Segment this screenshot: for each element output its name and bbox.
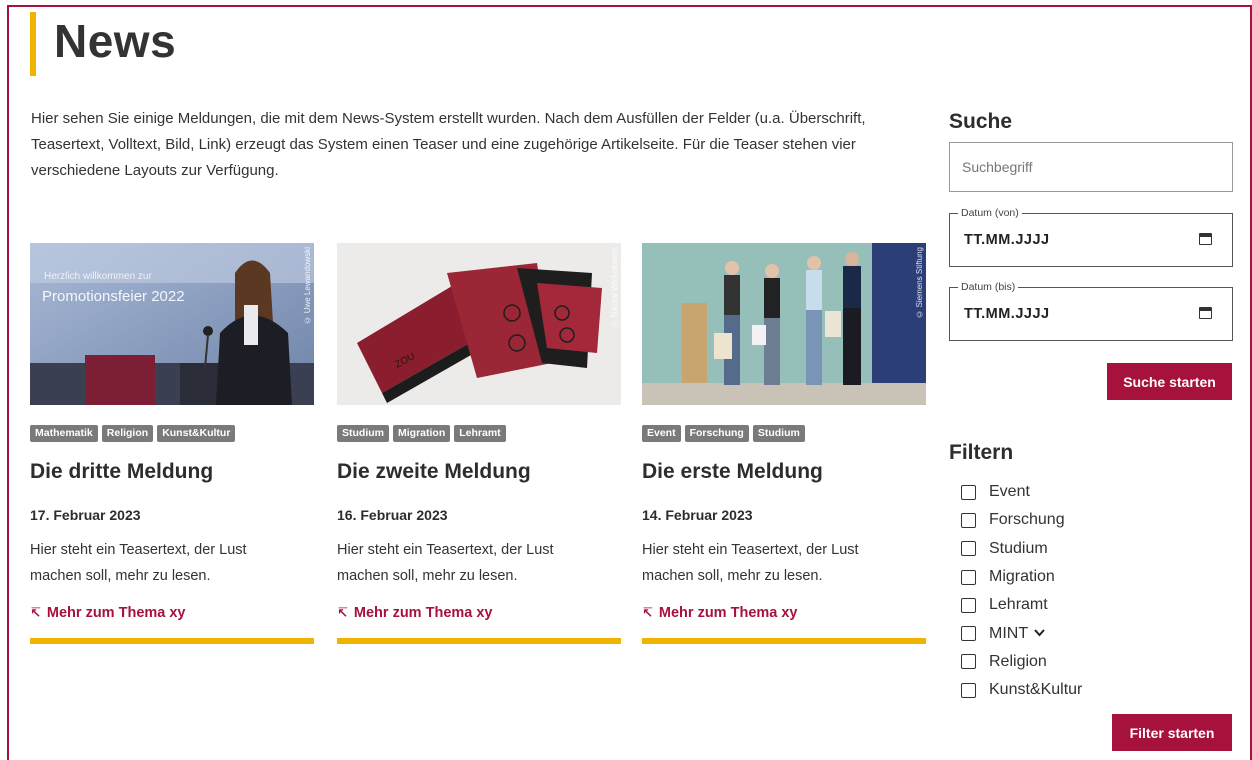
filter-option-migration[interactable]: Migration	[961, 563, 1082, 591]
image-credit: © Nikolai Winkelmann	[610, 247, 619, 329]
calendar-icon[interactable]	[1199, 233, 1212, 245]
checkbox[interactable]	[961, 682, 976, 698]
calendar-icon[interactable]	[1199, 307, 1212, 319]
filter-option-event[interactable]: Event	[961, 478, 1082, 506]
card-more-link[interactable]: ↸ Mehr zum Thema xy	[337, 605, 493, 621]
svg-text:Promotionsfeier 2022: Promotionsfeier 2022	[42, 288, 185, 305]
card-more-link[interactable]: ↸ Mehr zum Thema xy	[30, 605, 186, 621]
card-accent-bar	[30, 638, 314, 644]
card-more-link-label: Mehr zum Thema xy	[353, 605, 493, 621]
search-heading: Suche	[949, 110, 1013, 133]
card-image-scarves: ZOU	[337, 243, 621, 405]
card-teaser-text: Hier steht ein Teasertext, der Lust mach…	[337, 542, 554, 584]
checkbox[interactable]	[961, 597, 976, 613]
card-date: 16. Februar 2023	[337, 507, 448, 523]
card-teaser-text: Hier steht ein Teasertext, der Lust mach…	[642, 542, 859, 584]
filter-option-forschung[interactable]: Forschung	[961, 506, 1082, 534]
tag-list: Studium Migration Lehramt	[337, 425, 506, 442]
date-from-field[interactable]: Datum (von) TT.MM.JJJJ	[949, 206, 1233, 267]
title-accent-bar	[30, 12, 36, 76]
tag[interactable]: Religion	[101, 425, 154, 442]
filter-option-religion[interactable]: Religion	[961, 648, 1082, 676]
tag[interactable]: Studium	[752, 425, 805, 442]
tag-list: Mathematik Religion Kunst&Kultur	[30, 425, 236, 442]
card-title[interactable]: Die dritte Meldung	[30, 460, 213, 484]
date-to-value[interactable]: TT.MM.JJJJ	[964, 306, 1050, 322]
checkbox[interactable]	[961, 512, 976, 528]
arrow-up-left-bar-icon: ↸	[337, 605, 348, 620]
tag[interactable]: Forschung	[684, 425, 749, 442]
checkbox[interactable]	[961, 541, 976, 557]
tag[interactable]: Migration	[393, 425, 451, 442]
filter-option-lehramt[interactable]: Lehramt	[961, 591, 1082, 619]
arrow-up-left-bar-icon: ↸	[642, 605, 653, 620]
card-image[interactable]: ZOU © Nikolai Winkelmann	[337, 243, 621, 405]
tag[interactable]: Studium	[337, 425, 389, 442]
checkbox[interactable]	[961, 626, 976, 642]
checkbox[interactable]	[961, 654, 976, 670]
date-from-value[interactable]: TT.MM.JJJJ	[964, 232, 1050, 248]
card-image-graduation: Herzlich willkommen zur Promotionsfeier …	[30, 243, 314, 405]
card-date: 17. Februar 2023	[30, 507, 141, 523]
search-start-button[interactable]: Suche starten	[1107, 363, 1232, 400]
date-to-label: Datum (bis)	[958, 280, 1019, 294]
card-image[interactable]: Herzlich willkommen zur Promotionsfeier …	[30, 243, 314, 405]
filter-label: Event	[989, 483, 1030, 501]
date-from-label: Datum (von)	[958, 206, 1022, 220]
news-card[interactable]: © Siemens Stiftung Event Forschung Studi…	[642, 243, 926, 644]
tag[interactable]: Event	[642, 425, 681, 442]
card-image-students	[642, 243, 926, 405]
card-more-link-label: Mehr zum Thema xy	[658, 605, 798, 621]
checkbox[interactable]	[961, 569, 976, 585]
card-title[interactable]: Die erste Meldung	[642, 460, 823, 484]
card-more-link[interactable]: ↸ Mehr zum Thema xy	[642, 605, 798, 621]
tag[interactable]: Lehramt	[454, 425, 506, 442]
filter-label: Kunst&Kultur	[989, 681, 1083, 699]
filter-label: Religion	[989, 652, 1047, 670]
image-credit: © Siemens Stiftung	[915, 247, 924, 319]
filter-label: Studium	[989, 539, 1048, 557]
filter-label: Migration	[989, 568, 1055, 586]
card-accent-bar	[337, 638, 621, 644]
tag[interactable]: Kunst&Kultur	[157, 425, 236, 442]
filter-label: MINT	[989, 624, 1029, 642]
filter-label: Lehramt	[989, 596, 1048, 614]
checkbox[interactable]	[961, 484, 976, 500]
filter-label: Forschung	[989, 511, 1065, 529]
tag[interactable]: Mathematik	[30, 425, 98, 442]
card-teaser-text: Hier steht ein Teasertext, der Lust mach…	[30, 542, 247, 584]
news-card[interactable]: ZOU © Nikolai Winkelmann Studium Migrati…	[337, 243, 621, 644]
filter-option-kunst-kultur[interactable]: Kunst&Kultur	[961, 676, 1082, 704]
card-accent-bar	[642, 638, 926, 644]
news-card[interactable]: Herzlich willkommen zur Promotionsfeier …	[30, 243, 314, 644]
card-date: 14. Februar 2023	[642, 507, 753, 523]
chevron-down-icon[interactable]	[1034, 628, 1045, 640]
search-input[interactable]	[949, 142, 1233, 192]
intro-text: Hier sehen Sie einige Meldungen, die mit…	[31, 110, 866, 179]
filter-option-mint[interactable]: MINT	[961, 619, 1082, 647]
filter-option-studium[interactable]: Studium	[961, 535, 1082, 563]
arrow-up-left-bar-icon: ↸	[30, 605, 41, 620]
card-more-link-label: Mehr zum Thema xy	[46, 605, 186, 621]
card-title[interactable]: Die zweite Meldung	[337, 460, 531, 484]
svg-text:Herzlich willkommen zur: Herzlich willkommen zur	[44, 271, 152, 282]
image-credit: © Uwe Lewandowski	[303, 247, 312, 325]
page-title: News	[54, 15, 177, 67]
tag-list: Event Forschung Studium	[642, 425, 805, 442]
filter-start-button[interactable]: Filter starten	[1112, 714, 1232, 751]
date-to-field[interactable]: Datum (bis) TT.MM.JJJJ	[949, 280, 1233, 341]
filter-list: Event Forschung Studium Migration Lehram…	[961, 478, 1082, 704]
filter-heading: Filtern	[949, 441, 1014, 464]
card-image[interactable]: © Siemens Stiftung	[642, 243, 926, 405]
